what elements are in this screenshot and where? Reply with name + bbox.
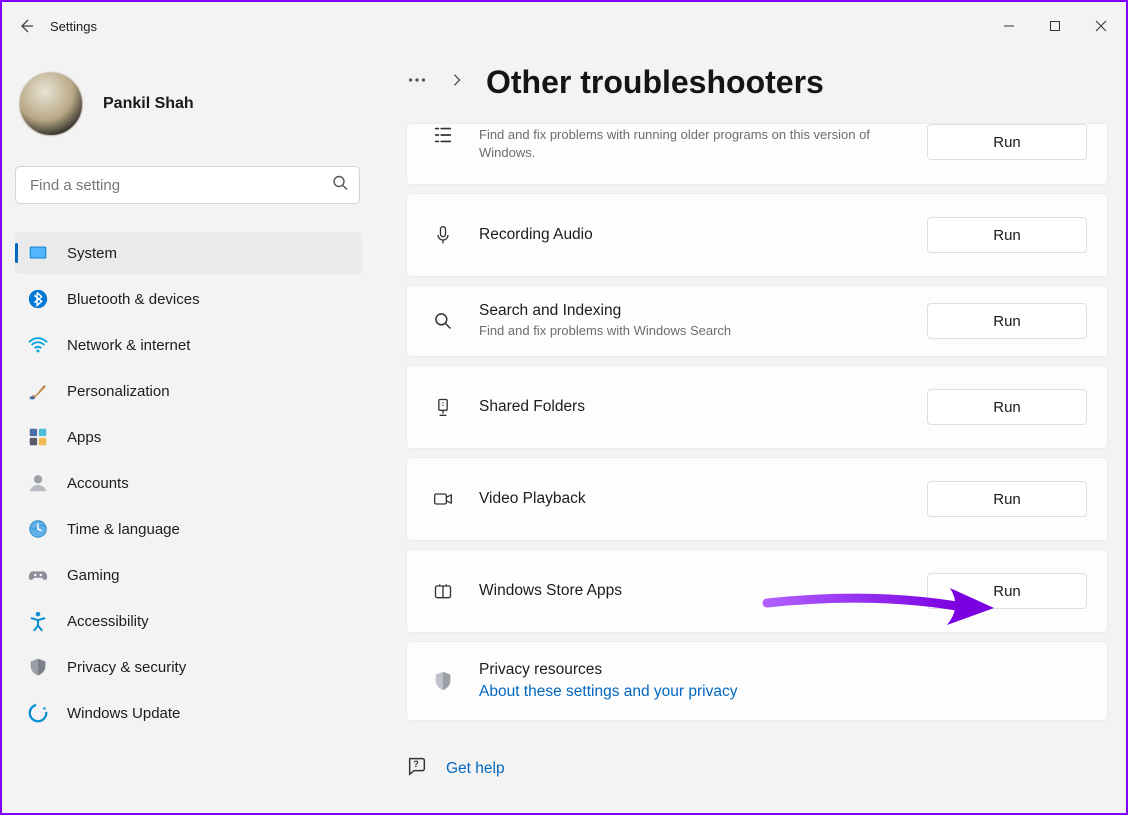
- sidebar-item-update[interactable]: Windows Update: [15, 692, 362, 734]
- help-icon: ?: [406, 755, 428, 782]
- sidebar-item-label: Apps: [67, 429, 101, 446]
- sidebar-item-system[interactable]: System: [15, 232, 362, 274]
- app-title: Settings: [50, 19, 97, 34]
- run-button[interactable]: Run: [927, 124, 1087, 160]
- server-icon: [427, 396, 459, 418]
- privacy-title: Privacy resources: [479, 661, 1077, 679]
- breadcrumb: Other troubleshooters: [406, 64, 1108, 101]
- bluetooth-icon: [27, 288, 49, 310]
- sidebar-item-time[interactable]: Time & language: [15, 508, 362, 550]
- troubleshooter-title: Recording Audio: [479, 226, 917, 244]
- troubleshooter-card-store-apps: Windows Store Apps Run: [406, 549, 1108, 633]
- page-title: Other troubleshooters: [486, 64, 824, 101]
- sidebar-item-privacy[interactable]: Privacy & security: [15, 646, 362, 688]
- troubleshooter-title: Video Playback: [479, 490, 917, 508]
- run-button[interactable]: Run: [927, 481, 1087, 517]
- time-icon: [27, 518, 49, 540]
- sidebar-item-apps[interactable]: Apps: [15, 416, 362, 458]
- more-icon[interactable]: [406, 69, 428, 96]
- update-icon: [27, 702, 49, 724]
- window-controls: [986, 6, 1124, 46]
- privacy-icon: [27, 656, 49, 678]
- chevron-right-icon: [450, 73, 464, 92]
- troubleshooter-title: Shared Folders: [479, 398, 917, 416]
- sidebar-item-label: Personalization: [67, 383, 170, 400]
- sidebar-item-label: Bluetooth & devices: [67, 291, 200, 308]
- run-button[interactable]: Run: [927, 303, 1087, 339]
- troubleshooter-card-video: Video Playback Run: [406, 457, 1108, 541]
- sidebar-item-label: Network & internet: [67, 337, 190, 354]
- troubleshooter-card-search: Search and Indexing Find and fix problem…: [406, 285, 1108, 357]
- get-help-link[interactable]: Get help: [446, 760, 505, 778]
- titlebar: Settings: [2, 2, 1126, 50]
- search-icon: [427, 311, 459, 331]
- close-button[interactable]: [1078, 6, 1124, 46]
- troubleshooter-card-compat: Program Compatibility Troubleshooter Fin…: [406, 123, 1108, 185]
- privacy-link[interactable]: About these settings and your privacy: [479, 683, 737, 701]
- list-icon: [427, 124, 459, 146]
- minimize-button[interactable]: [986, 6, 1032, 46]
- store-icon: [427, 581, 459, 601]
- apps-icon: [27, 426, 49, 448]
- run-button[interactable]: Run: [927, 217, 1087, 253]
- sidebar-item-network[interactable]: Network & internet: [15, 324, 362, 366]
- video-icon: [427, 489, 459, 509]
- help-row: ? Get help: [406, 755, 1108, 782]
- sidebar-item-gaming[interactable]: Gaming: [15, 554, 362, 596]
- accounts-icon: [27, 472, 49, 494]
- system-icon: [27, 242, 49, 264]
- maximize-button[interactable]: [1032, 6, 1078, 46]
- avatar: [19, 72, 83, 136]
- sidebar-item-label: Windows Update: [67, 705, 180, 722]
- accessibility-icon: [27, 610, 49, 632]
- sidebar-item-accounts[interactable]: Accounts: [15, 462, 362, 504]
- sidebar-item-label: Accessibility: [67, 613, 149, 630]
- sidebar-item-label: Accounts: [67, 475, 129, 492]
- troubleshooter-card-shared-folders: Shared Folders Run: [406, 365, 1108, 449]
- profile[interactable]: Pankil Shah: [15, 62, 362, 166]
- wifi-icon: [27, 334, 49, 356]
- sidebar-item-label: Time & language: [67, 521, 180, 538]
- troubleshooter-title: Search and Indexing: [479, 302, 917, 320]
- sidebar-item-label: System: [67, 245, 117, 262]
- gaming-icon: [27, 564, 49, 586]
- sidebar-item-personalization[interactable]: Personalization: [15, 370, 362, 412]
- troubleshooter-desc: Find and fix problems with Windows Searc…: [479, 322, 917, 340]
- profile-name: Pankil Shah: [103, 95, 194, 113]
- run-button[interactable]: Run: [927, 389, 1087, 425]
- brush-icon: [27, 380, 49, 402]
- back-button[interactable]: [2, 2, 50, 50]
- sidebar-item-label: Privacy & security: [67, 659, 186, 676]
- sidebar-item-label: Gaming: [67, 567, 120, 584]
- troubleshooter-title: Windows Store Apps: [479, 582, 917, 600]
- nav: System Bluetooth & devices Network & int…: [15, 232, 362, 734]
- main-content: Other troubleshooters Program Compatibil…: [372, 50, 1126, 813]
- svg-text:?: ?: [413, 759, 419, 769]
- sidebar-item-bluetooth[interactable]: Bluetooth & devices: [15, 278, 362, 320]
- privacy-resources-card: Privacy resources About these settings a…: [406, 641, 1108, 721]
- troubleshooter-card-recording-audio: Recording Audio Run: [406, 193, 1108, 277]
- run-button[interactable]: Run: [927, 573, 1087, 609]
- sidebar: Pankil Shah System Bluetooth & devices: [2, 50, 372, 813]
- troubleshooter-desc: Find and fix problems with running older…: [479, 126, 917, 161]
- mic-icon: [427, 225, 459, 245]
- sidebar-item-accessibility[interactable]: Accessibility: [15, 600, 362, 642]
- search-icon: [332, 175, 348, 196]
- shield-icon: [427, 669, 459, 693]
- search-input[interactable]: [15, 166, 360, 204]
